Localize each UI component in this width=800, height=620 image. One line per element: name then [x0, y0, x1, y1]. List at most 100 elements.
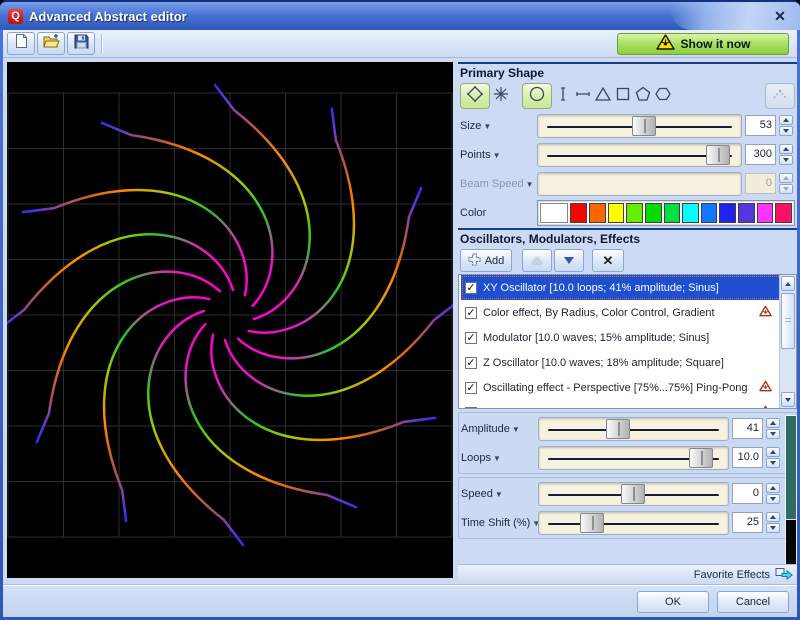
- color-swatch[interactable]: [738, 203, 755, 223]
- time-shift-slider-thumb[interactable]: [580, 513, 604, 533]
- hexagon-shape-button[interactable]: [654, 85, 672, 108]
- effect-list-item[interactable]: ✓Color effect, By Radius, Color Control,…: [461, 400, 794, 409]
- effect-list-item[interactable]: ✓Z Oscillator [10.0 waves; 18% amplitude…: [461, 350, 794, 375]
- color-swatch[interactable]: [757, 203, 774, 223]
- points-spin-up[interactable]: [779, 144, 793, 154]
- amplitude-slider-track[interactable]: [538, 417, 729, 441]
- scrollbar-thumb[interactable]: [781, 293, 795, 349]
- amplitude-slider-thumb[interactable]: [606, 419, 630, 439]
- beam-speed-slider-track[interactable]: [537, 172, 742, 196]
- title-bar[interactable]: Q Advanced Abstract editor ✕: [0, 2, 800, 30]
- color-swatch[interactable]: [626, 203, 643, 223]
- time-shift-value[interactable]: 25: [732, 512, 763, 533]
- scroll-up-button[interactable]: [781, 276, 795, 291]
- move-down-button[interactable]: [554, 249, 584, 272]
- custom-polyline-shape-button[interactable]: [765, 83, 795, 109]
- triangle-shape-button[interactable]: [594, 85, 612, 108]
- cancel-button[interactable]: Cancel: [717, 591, 789, 613]
- time-shift-spin-up[interactable]: [766, 512, 780, 522]
- pentagon-shape-button[interactable]: [634, 85, 652, 108]
- speed-label[interactable]: Speed▼: [461, 488, 535, 500]
- square-shape-button[interactable]: [614, 85, 632, 108]
- loops-value[interactable]: 10.0: [732, 447, 763, 468]
- dialog-body: Show it now Primary Shape Size▼53Points▼…: [3, 30, 797, 617]
- time-shift-label[interactable]: Time Shift (%)▼: [461, 517, 535, 529]
- scroll-down-button[interactable]: [781, 392, 795, 407]
- beam-speed-spin-up[interactable]: [779, 173, 793, 183]
- effect-list-item[interactable]: ✓Oscillating effect - Perspective [75%..…: [461, 375, 794, 400]
- horizontal-line-shape-button[interactable]: [574, 85, 592, 108]
- loops-spin-down[interactable]: [766, 458, 780, 468]
- move-up-button[interactable]: [522, 249, 552, 272]
- color-swatch[interactable]: [540, 203, 568, 223]
- delete-effect-button[interactable]: ✕: [592, 249, 624, 272]
- speed-slider-track[interactable]: [538, 482, 729, 506]
- color-swatch[interactable]: [719, 203, 736, 223]
- save-file-button[interactable]: [67, 32, 95, 55]
- effect-list-item[interactable]: ✓Modulator [10.0 waves; 15% amplitude; S…: [461, 325, 794, 350]
- amplitude-slider-row: Amplitude▼ 41: [461, 414, 782, 443]
- show-it-now-button[interactable]: Show it now: [617, 33, 789, 55]
- favorite-effects-bar[interactable]: Favorite Effects: [458, 564, 797, 584]
- time-shift-spin-down[interactable]: [766, 523, 780, 533]
- speed-spin-up[interactable]: [766, 483, 780, 493]
- color-swatch[interactable]: [664, 203, 681, 223]
- points-slider-thumb[interactable]: [706, 145, 730, 165]
- color-swatch[interactable]: [645, 203, 662, 223]
- beam-speed-spin-down[interactable]: [779, 184, 793, 194]
- close-icon[interactable]: ✕: [770, 6, 790, 26]
- amplitude-spin-up[interactable]: [766, 418, 780, 428]
- size-spin-up[interactable]: [779, 115, 793, 125]
- size-slider-thumb[interactable]: [632, 116, 656, 136]
- speed-slider-thumb[interactable]: [621, 484, 645, 504]
- points-slider-track[interactable]: [537, 143, 742, 167]
- loops-spin-up[interactable]: [766, 447, 780, 457]
- color-swatch[interactable]: [589, 203, 606, 223]
- color-swatch[interactable]: [608, 203, 625, 223]
- effect-checkbox[interactable]: ✓: [465, 332, 477, 344]
- new-file-button[interactable]: [7, 32, 35, 55]
- effect-checkbox[interactable]: ✓: [465, 382, 477, 394]
- points-label[interactable]: Points▼: [460, 149, 534, 161]
- size-slider-track[interactable]: [537, 114, 742, 138]
- circle-shape-button[interactable]: [522, 83, 552, 109]
- size-spin-down[interactable]: [779, 126, 793, 136]
- effect-checkbox[interactable]: ✓: [465, 307, 477, 319]
- amplitude-spin-down[interactable]: [766, 429, 780, 439]
- add-effect-button[interactable]: Add: [460, 249, 512, 272]
- amplitude-loops-group: Amplitude▼ 41 Loops▼ 10.0: [458, 412, 797, 474]
- vertical-line-shape-button[interactable]: [554, 85, 572, 108]
- color-swatch[interactable]: [701, 203, 718, 223]
- vertical-line-icon: [554, 90, 572, 107]
- open-file-button[interactable]: [37, 32, 65, 55]
- time-shift-slider-track[interactable]: [538, 511, 729, 535]
- effect-checkbox[interactable]: ✓: [465, 282, 477, 294]
- size-value[interactable]: 53: [745, 115, 776, 136]
- amplitude-label[interactable]: Amplitude▼: [461, 423, 535, 435]
- effects-scrollbar[interactable]: [779, 275, 796, 408]
- loops-slider-thumb[interactable]: [689, 448, 713, 468]
- color-swatch[interactable]: [775, 203, 792, 223]
- points-spin-down[interactable]: [779, 155, 793, 165]
- beam-speed-value[interactable]: 0: [745, 173, 776, 194]
- color-swatch[interactable]: [682, 203, 699, 223]
- beam-speed-label[interactable]: Beam Speed▼: [460, 178, 534, 190]
- shape-button-row: [458, 81, 797, 111]
- abstract-diamond-shape-button[interactable]: [460, 83, 490, 109]
- amplitude-value[interactable]: 41: [732, 418, 763, 439]
- size-label[interactable]: Size▼: [460, 120, 534, 132]
- points-value[interactable]: 300: [745, 144, 776, 165]
- speed-spin-down[interactable]: [766, 494, 780, 504]
- star-burst-shape-button[interactable]: [492, 85, 510, 108]
- effect-checkbox[interactable]: ✓: [465, 407, 477, 410]
- favorite-effects-label: Favorite Effects: [694, 569, 770, 581]
- speed-value[interactable]: 0: [732, 483, 763, 504]
- effect-list-item[interactable]: ✓Color effect, By Radius, Color Control,…: [461, 300, 794, 325]
- effect-checkbox[interactable]: ✓: [465, 357, 477, 369]
- loops-label[interactable]: Loops▼: [461, 452, 535, 464]
- speed-slider-row: Speed▼ 0: [461, 479, 782, 508]
- color-swatch[interactable]: [570, 203, 587, 223]
- loops-slider-track[interactable]: [538, 446, 729, 470]
- ok-button[interactable]: OK: [637, 591, 709, 613]
- effect-list-item[interactable]: ✓XY Oscillator [10.0 loops; 41% amplitud…: [461, 275, 794, 300]
